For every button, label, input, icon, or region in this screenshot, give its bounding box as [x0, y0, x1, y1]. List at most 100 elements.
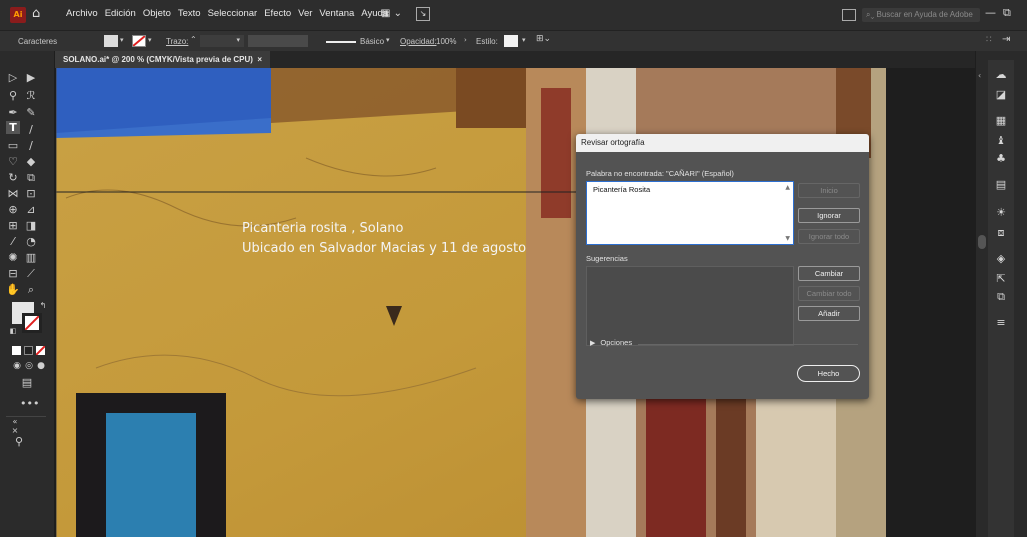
ignore-all-button[interactable]: Ignorar todo	[798, 229, 860, 244]
ignore-button[interactable]: Ignorar	[798, 208, 860, 223]
shaper-tool-icon[interactable]: ♡	[6, 155, 20, 168]
graphic-styles-icon[interactable]: ⧈	[988, 226, 1014, 240]
menu-seleccionar[interactable]: Seleccionar	[208, 8, 258, 19]
symbol-sprayer-tool-icon[interactable]: ✺	[6, 251, 20, 264]
curvature-tool-icon[interactable]: ✎	[24, 106, 38, 119]
width-tool-icon[interactable]: ⋈	[6, 187, 20, 200]
none-mode-icon[interactable]	[36, 346, 45, 355]
direct-selection-tool-icon[interactable]: ▶	[24, 71, 38, 84]
stroke-color-swatch[interactable]	[22, 313, 42, 333]
opacity-arrow-icon[interactable]: ›	[464, 36, 467, 44]
opacity-label[interactable]: Opacidad:	[400, 37, 436, 46]
mesh-tool-icon[interactable]: ⊞	[6, 219, 20, 232]
libraries-icon[interactable]: ☁	[988, 68, 1014, 81]
scroll-up-icon[interactable]: ▲	[785, 184, 790, 191]
scroll-down-icon[interactable]: ▼	[785, 235, 790, 242]
change-button[interactable]: Cambiar	[798, 266, 860, 281]
align-icon[interactable]: ⊞⌄	[536, 34, 551, 44]
menu-edicion[interactable]: Edición	[105, 8, 136, 19]
stroke-weight-field[interactable]: ▾	[200, 35, 244, 47]
default-colors-icon[interactable]: ◧	[6, 327, 20, 335]
free-transform-tool-icon[interactable]: ⊡	[24, 187, 38, 200]
stroke-panel-icon[interactable]: ▤	[988, 178, 1014, 191]
properties-toggle-icon[interactable]: ⇥	[1002, 34, 1010, 45]
style-swatch[interactable]	[504, 35, 518, 47]
menu-archivo[interactable]: Archivo	[66, 8, 98, 19]
close-tab-icon[interactable]: ×	[257, 55, 262, 64]
change-all-button[interactable]: Cambiar todo	[798, 286, 860, 301]
options-disclosure[interactable]: ▶ Opciones	[590, 338, 632, 347]
perspective-grid-tool-icon[interactable]: ⊿	[24, 203, 38, 216]
fill-dropdown-icon[interactable]: ▾	[120, 36, 124, 44]
menu-texto[interactable]: Texto	[178, 8, 201, 19]
document-tab[interactable]: SOLANO.ai* @ 200 % (CMYK/Vista previa de…	[55, 51, 271, 68]
suggestions-list[interactable]	[586, 266, 794, 346]
help-search-input[interactable]: ⌕⌄ Buscar en Ayuda de Adobe	[862, 8, 980, 22]
brush-dropdown-icon[interactable]: ▾	[386, 36, 390, 44]
word-context-field[interactable]: Picantería Rosita ▲ ▼	[586, 181, 794, 245]
lasso-tool-icon[interactable]: ℛ	[24, 89, 38, 102]
style-dropdown-icon[interactable]: ▾	[522, 36, 526, 44]
draw-inside-icon[interactable]: ●	[34, 361, 48, 371]
artboard-tool-icon[interactable]: ⊟	[6, 267, 20, 280]
menu-objeto[interactable]: Objeto	[143, 8, 171, 19]
column-graph-tool-icon[interactable]: ▥	[24, 251, 38, 264]
properties-icon[interactable]: ◪	[988, 88, 1014, 101]
scale-tool-icon[interactable]: ⧉	[24, 171, 38, 185]
type-tool-icon[interactable]: T	[6, 121, 20, 134]
dialog-title[interactable]: Revisar ortografía	[576, 134, 869, 152]
variable-width-field[interactable]	[248, 35, 308, 47]
restore-icon[interactable]: ⧉	[1003, 6, 1011, 19]
opacity-value[interactable]: 100%	[436, 37, 456, 46]
done-button[interactable]: Hecho	[797, 365, 860, 382]
hand-tool-icon[interactable]: ✋	[6, 283, 20, 296]
home-icon[interactable]: ⌂	[32, 6, 40, 21]
layers-icon[interactable]: ◈	[988, 252, 1014, 265]
swap-colors-icon[interactable]: ↰	[36, 301, 50, 310]
stroke-label[interactable]: Trazo:	[166, 37, 188, 46]
artwork-text-block[interactable]: Picanteria rosita , Solano Ubicado en Sa…	[242, 219, 526, 259]
blend-tool-icon[interactable]: ◔	[24, 235, 38, 248]
brushes-icon[interactable]: ♝	[988, 134, 1014, 147]
brush-label[interactable]: Básico	[360, 37, 384, 46]
appearance-icon[interactable]: ☀	[988, 206, 1014, 219]
zoom-tool-icon[interactable]: ⌕	[24, 283, 38, 297]
gradient-mode-icon[interactable]	[24, 346, 33, 355]
expand-panel-icon[interactable]: ‹	[978, 71, 981, 80]
collapse-panel-icon[interactable]: « ×	[8, 417, 22, 435]
rectangle-tool-icon[interactable]: ▭	[6, 139, 20, 152]
workspace-switcher-icon[interactable]: ▦ ⌄	[381, 8, 402, 19]
paintbrush-tool-icon[interactable]: ∕	[24, 139, 38, 152]
add-button[interactable]: Añadir	[798, 306, 860, 321]
fill-swatch[interactable]	[104, 35, 118, 47]
line-tool-icon[interactable]: /	[24, 123, 38, 136]
menu-ver[interactable]: Ver	[298, 8, 312, 19]
eyedropper-tool-icon[interactable]: ⁄	[6, 235, 20, 248]
shape-builder-tool-icon[interactable]: ⊕	[6, 203, 20, 216]
artboards-icon[interactable]: ⧉	[988, 290, 1014, 304]
bridge-icon[interactable]: ↘	[416, 7, 430, 21]
stroke-swatch[interactable]	[132, 35, 146, 47]
color-mode-icon[interactable]	[12, 346, 21, 355]
panel-scrollbar[interactable]	[978, 235, 986, 249]
rotate-tool-icon[interactable]: ↻	[6, 171, 20, 184]
stroke-dropdown-icon[interactable]: ▾	[148, 36, 152, 44]
panel-layout-icon[interactable]	[842, 9, 856, 21]
menu-lines-icon[interactable]: ≡	[988, 316, 1014, 329]
stroke-weight-stepper[interactable]: ⌃	[190, 35, 197, 44]
selection-tool-icon[interactable]: ▷	[6, 71, 20, 84]
swatches-icon[interactable]: ▦	[988, 114, 1014, 127]
symbols-icon[interactable]: ♣	[988, 152, 1014, 165]
menu-ventana[interactable]: Ventana	[319, 8, 354, 19]
screen-mode-icon[interactable]: ▤	[20, 376, 34, 389]
slice-tool-icon[interactable]: ⟋	[24, 267, 38, 281]
gradient-tool-icon[interactable]: ◨	[24, 219, 38, 232]
start-button[interactable]: Inicio	[798, 183, 860, 198]
eraser-tool-icon[interactable]: ◆	[24, 155, 38, 168]
export-icon[interactable]: ⇱	[988, 272, 1014, 285]
minimize-icon[interactable]: —	[985, 6, 996, 19]
pen-tool-icon[interactable]: ✒	[6, 106, 20, 119]
menu-efecto[interactable]: Efecto	[264, 8, 291, 19]
magic-wand-tool-icon[interactable]: ⚲	[6, 89, 20, 102]
edit-toolbar-icon[interactable]: •••	[20, 397, 39, 410]
